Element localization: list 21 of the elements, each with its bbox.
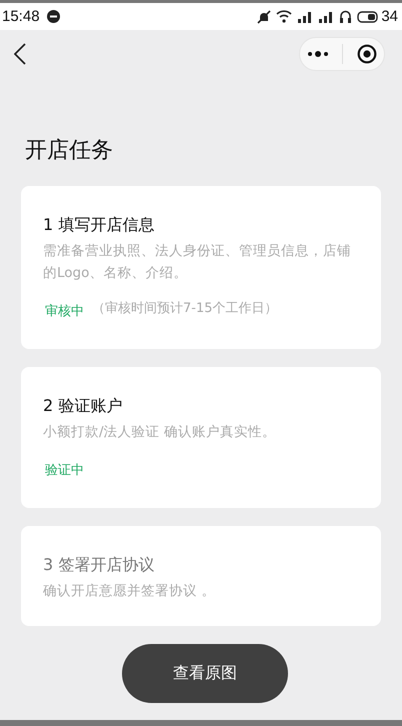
signal-icon (318, 10, 334, 23)
task-note: （审核时间预计7-15个工作日） (92, 300, 278, 318)
close-icon[interactable] (357, 44, 378, 64)
view-original-button[interactable]: 查看原图 (122, 644, 288, 703)
battery-percent: 34 (381, 8, 398, 25)
page-title: 开店任务 (25, 137, 114, 165)
sos-icon (46, 10, 60, 23)
status-time: 15:48 (2, 8, 40, 25)
more-icon[interactable] (306, 50, 329, 58)
task-title: 3 签署开店协议 (43, 554, 156, 576)
task-title: 2 验证账户 (43, 395, 124, 417)
task-title: 1 填写开店信息 (43, 214, 156, 236)
battery-icon (357, 10, 380, 22)
bell-muted-icon (257, 10, 272, 24)
signal-icon (297, 10, 314, 23)
headphones-icon (339, 10, 352, 23)
task-description: 需准备营业执照、法人身份证、管理员信息，店铺的Logo、名称、介绍。 (43, 242, 352, 283)
task-description: 确认开店意愿并签署协议 。 (43, 582, 216, 601)
wifi-icon (276, 10, 292, 23)
back-icon[interactable] (14, 43, 26, 65)
task-description: 小额打款/法人验证 确认账户真实性。 (43, 423, 277, 442)
